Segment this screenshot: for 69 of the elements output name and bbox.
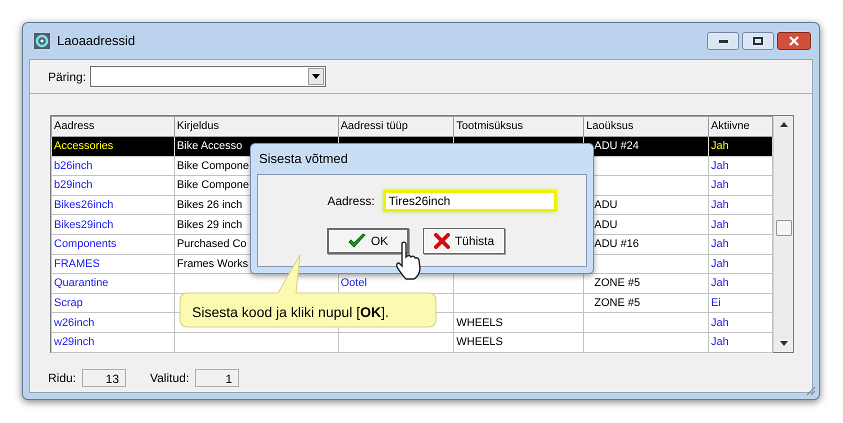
scrollbar[interactable] (773, 116, 793, 352)
scroll-up-icon[interactable] (780, 122, 788, 127)
table-cell: Bikes 29 inch (176, 218, 242, 231)
ok-button[interactable]: OK (327, 228, 409, 254)
table-cell: Jah (711, 199, 729, 212)
column-header[interactable]: Laoüksus (584, 116, 709, 136)
column-header[interactable]: Aadressi tüüp (338, 116, 454, 136)
table-cell: Bike Compone (176, 160, 249, 172)
table-cell: Scrap (54, 297, 83, 310)
table-cell: ADU (594, 218, 618, 231)
table-cell: ZONE #5 (594, 277, 640, 290)
selected-count: 1 (195, 369, 240, 387)
column-header[interactable]: Kirjeldus (174, 116, 338, 136)
table-cell: Bikes26inch (54, 199, 114, 212)
close-button[interactable] (777, 32, 811, 50)
table-cell: Jah (711, 336, 729, 348)
rows-label: Ridu: (48, 370, 76, 387)
field-label: Aadress: (327, 193, 375, 210)
column-header[interactable]: Tootmisüksus (454, 116, 584, 136)
scroll-down-icon[interactable] (780, 341, 788, 346)
table-cell: Jah (711, 160, 729, 172)
table-cell: WHEELS (456, 316, 503, 329)
table-row[interactable]: w29inch WHEELS Jah (52, 332, 773, 352)
window-title: Laoaadressid (57, 32, 136, 50)
table-cell: Bike Compone (176, 179, 249, 192)
table-cell: Frames Works (176, 258, 248, 270)
table-cell: ADU #16 (594, 238, 639, 250)
table-cell: w29inch (54, 336, 94, 348)
table-cell: Jah (711, 316, 729, 329)
callout-text: Sisesta kood ja kliki nupul [OK]. (192, 303, 389, 322)
minimize-button[interactable] (707, 32, 739, 50)
table-cell: b29inch (54, 179, 93, 192)
table-cell: Quarantine (54, 277, 108, 290)
table-cell: ADU (594, 199, 618, 212)
table-cell: Jah (711, 179, 729, 192)
scroll-thumb[interactable] (776, 220, 792, 236)
table-cell: w26inch (54, 316, 94, 329)
cross-icon (434, 233, 450, 249)
table-cell: Bike Accesso (176, 140, 242, 152)
table-cell: FRAMES (54, 258, 100, 270)
column-header[interactable]: Aadress (52, 116, 174, 136)
table-cell: Bikes29inch (54, 218, 114, 231)
query-label: Päring: (48, 68, 86, 86)
address-input[interactable]: Tires26inch (382, 190, 557, 212)
table-cell: Bikes 26 inch (176, 199, 242, 212)
close-icon (789, 36, 799, 46)
rows-count: 13 (82, 369, 126, 387)
table-cell: b26inch (54, 160, 93, 172)
selected-label: Valitud: (150, 370, 190, 387)
table-cell: Accessories (54, 140, 114, 152)
table-cell: Purchased Co (176, 238, 247, 250)
table-cell: Jah (711, 258, 729, 270)
table-cell: Components (54, 238, 116, 250)
table-cell: Jah (711, 277, 729, 290)
table-cell: Jah (711, 218, 729, 231)
table-cell: WHEELS (456, 336, 503, 348)
resize-grip-icon (804, 384, 816, 396)
table-cell: Jah (711, 140, 729, 152)
table-cell: Ootel (340, 277, 367, 290)
query-dropdown[interactable] (90, 66, 326, 87)
table-cell: ADU #24 (594, 140, 639, 152)
maximize-button[interactable] (742, 32, 774, 50)
table-cell: Jah (711, 238, 729, 250)
app-icon (33, 32, 51, 50)
table-row[interactable]: Quarantine Ootel ZONE #5 Jah (52, 274, 773, 294)
cancel-button[interactable]: Tühista (423, 228, 505, 254)
table-cell: ZONE #5 (594, 297, 640, 310)
table-cell: Ei (711, 297, 721, 310)
column-header[interactable]: Aktiivne (708, 116, 773, 136)
